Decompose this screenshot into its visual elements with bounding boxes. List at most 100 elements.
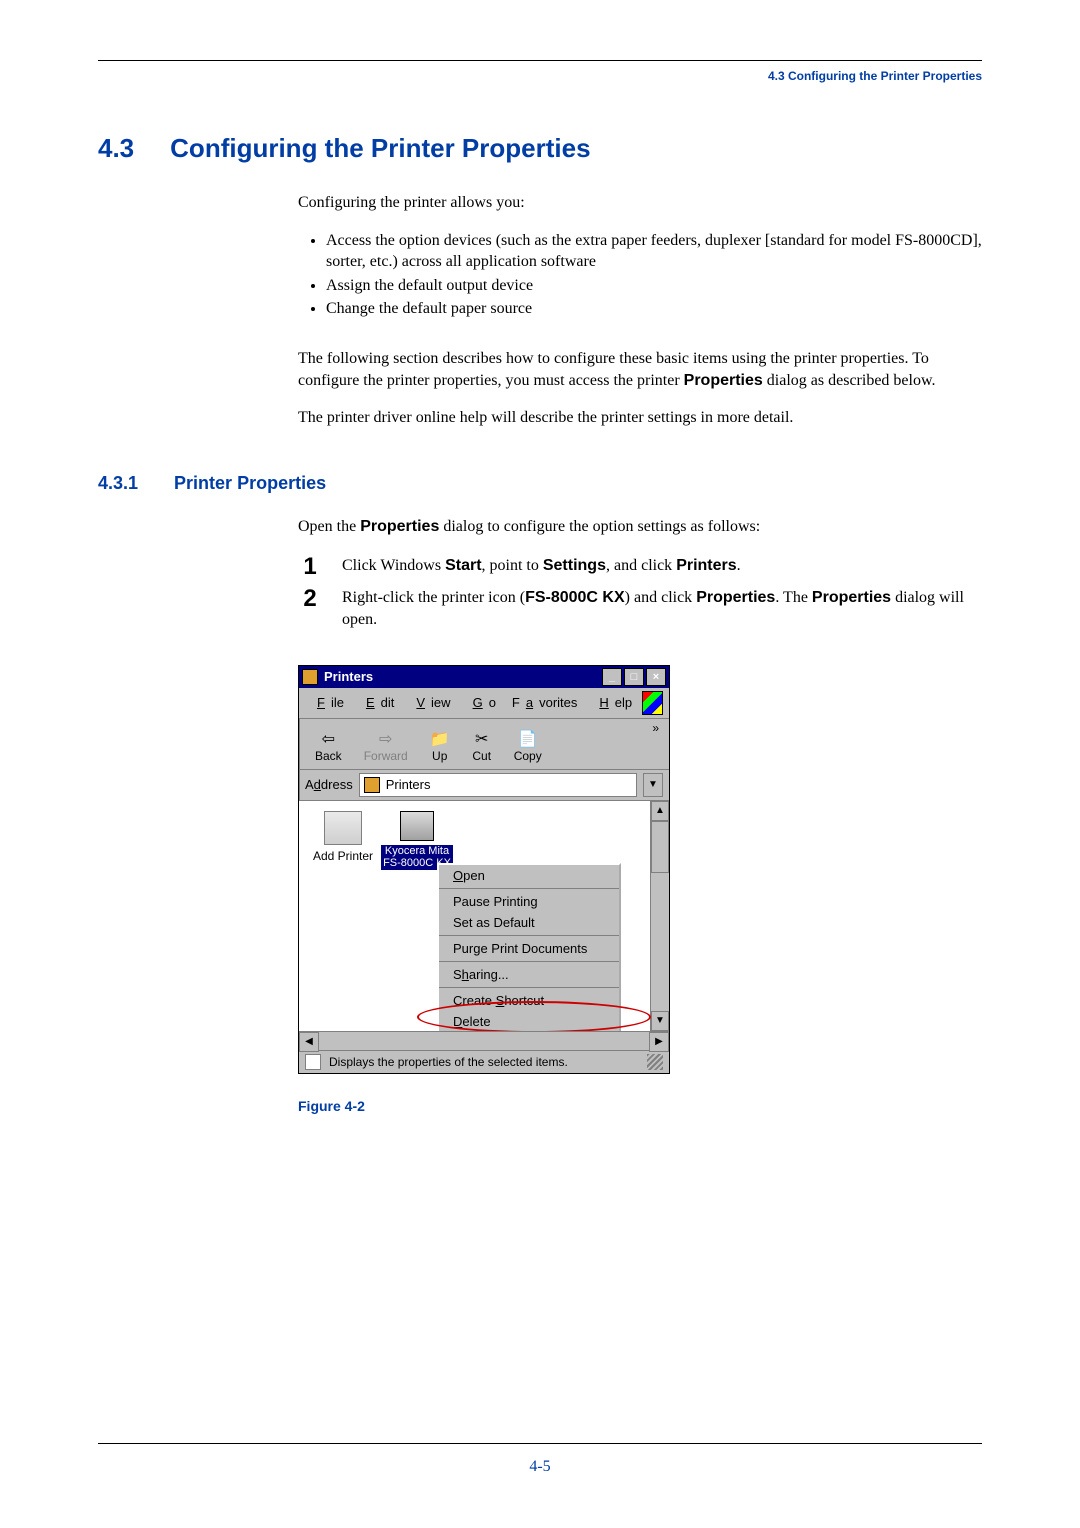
copy-button[interactable]: 📄 Copy [504, 721, 552, 765]
status-bar: Displays the properties of the selected … [299, 1050, 669, 1073]
text: dialog to configure the option settings … [439, 518, 760, 535]
page: 4.3 Configuring the Printer Properties 4… [0, 0, 1080, 1528]
scroll-track[interactable] [319, 1032, 649, 1050]
step-list: 1 Click Windows Start, point to Settings… [298, 555, 982, 630]
step-number: 1 [298, 555, 322, 579]
resize-grip-icon[interactable] [647, 1054, 663, 1070]
subsection-body: Open the Properties dialog to configure … [298, 516, 982, 631]
back-button[interactable]: ⇦ Back [305, 721, 352, 765]
menu-separator [439, 935, 619, 936]
scroll-down-button[interactable]: ▼ [651, 1011, 669, 1031]
scissors-icon: ✂ [472, 731, 492, 749]
step: 2 Right-click the printer icon (FS-8000C… [298, 587, 982, 630]
printer-icon [324, 811, 362, 845]
subsection-intro: Open the Properties dialog to configure … [298, 516, 982, 538]
vertical-scrollbar[interactable]: ▲ ▼ [650, 801, 669, 1031]
window-icon [302, 669, 318, 685]
address-value: Printers [386, 777, 431, 792]
client-area[interactable]: Add Printer Kyocera Mita FS-8000C KX Ope… [299, 801, 669, 1031]
forward-button[interactable]: ⇨ Forward [354, 721, 418, 765]
forward-arrow-icon: ⇨ [376, 731, 396, 749]
properties-keyword: Properties [696, 589, 775, 606]
subsection-number: 4.3.1 [98, 473, 138, 494]
text: ) and click [625, 589, 697, 606]
address-field[interactable]: Printers [359, 773, 637, 797]
folder-icon [364, 777, 380, 793]
menu-go[interactable]: Go [461, 693, 502, 712]
ctx-purge[interactable]: Purge Print Documents [439, 938, 619, 959]
text: Right-click the printer icon ( [342, 589, 525, 606]
minimize-button[interactable]: _ [602, 668, 622, 686]
menu-separator [439, 888, 619, 889]
model-keyword: FS-8000C KX [525, 589, 625, 606]
menu-separator [439, 987, 619, 988]
bullet-item: Change the default paper source [326, 298, 982, 320]
footer: 4-5 [98, 1443, 982, 1476]
text: , point to [482, 557, 543, 574]
start-keyword: Start [445, 557, 481, 574]
up-folder-icon: 📁 [430, 731, 450, 749]
text: dialog as described below. [763, 372, 936, 389]
section-heading: 4.3 Configuring the Printer Properties [98, 133, 982, 164]
bullet-item: Access the option devices (such as the e… [326, 230, 982, 273]
printer-icon [400, 811, 434, 841]
toolbar: ⇦ Back ⇨ Forward 📁 Up ✂ Cut 📄 Copy [299, 719, 669, 770]
scroll-track[interactable] [651, 873, 669, 1011]
menu-edit[interactable]: Edit [354, 693, 400, 712]
bullet-item: Assign the default output device [326, 275, 982, 297]
context-menu: Open Pause Printing Set as Default Purge… [437, 863, 621, 1031]
printers-window: Printers _ □ × File Edit View Go Favorit… [298, 665, 670, 1074]
copy-label: Copy [514, 749, 542, 763]
forward-label: Forward [364, 749, 408, 763]
figure-caption: Figure 4-2 [298, 1098, 982, 1114]
page-number: 4-5 [98, 1458, 982, 1476]
window-title: Printers [324, 669, 373, 684]
text: Click Windows [342, 557, 445, 574]
scroll-thumb[interactable] [651, 821, 669, 873]
menu-favorites[interactable]: Favorites [506, 693, 583, 712]
ctx-delete[interactable]: Delete [439, 1011, 619, 1031]
maximize-button[interactable]: □ [624, 668, 644, 686]
ctx-create-shortcut[interactable]: Create Shortcut [439, 990, 619, 1011]
running-head: 4.3 Configuring the Printer Properties [98, 61, 982, 83]
horizontal-scrollbar[interactable]: ◀ ▶ [299, 1031, 669, 1050]
address-dropdown-button[interactable]: ▼ [643, 773, 663, 797]
status-icon [305, 1054, 321, 1070]
toolbar-overflow-icon[interactable]: » [652, 721, 663, 735]
scroll-up-button[interactable]: ▲ [651, 801, 669, 821]
scroll-left-button[interactable]: ◀ [299, 1032, 319, 1052]
subsection-title: Printer Properties [174, 473, 326, 494]
ctx-open[interactable]: Open [439, 865, 619, 886]
add-printer-item[interactable]: Add Printer [307, 811, 379, 863]
text: Kyocera Mita [385, 845, 449, 857]
step-number: 2 [298, 587, 322, 630]
cut-label: Cut [472, 749, 491, 763]
cut-button[interactable]: ✂ Cut [462, 721, 502, 765]
menu-help[interactable]: Help [587, 693, 638, 712]
address-bar: Address Printers ▼ [299, 770, 669, 801]
text: Open the [298, 518, 360, 535]
following-para: The following section describes how to c… [298, 348, 982, 391]
menu-view[interactable]: View [404, 693, 456, 712]
section-number: 4.3 [98, 133, 134, 164]
ctx-pause-printing[interactable]: Pause Printing [439, 891, 619, 912]
step-text: Click Windows Start, point to Settings, … [342, 555, 982, 579]
menu-file[interactable]: File [305, 693, 350, 712]
properties-keyword: Properties [684, 372, 763, 389]
close-button[interactable]: × [646, 668, 666, 686]
ctx-sharing[interactable]: Sharing... [439, 964, 619, 985]
text: . The [775, 589, 812, 606]
text: . [737, 557, 741, 574]
scroll-right-button[interactable]: ▶ [649, 1032, 669, 1052]
figure: Printers _ □ × File Edit View Go Favorit… [298, 665, 982, 1114]
menubar: File Edit View Go Favorites Help [299, 688, 669, 719]
ctx-set-default[interactable]: Set as Default [439, 912, 619, 933]
titlebar[interactable]: Printers _ □ × [299, 666, 669, 688]
properties-keyword: Properties [812, 589, 891, 606]
copy-icon: 📄 [518, 731, 538, 749]
properties-keyword: Properties [360, 518, 439, 535]
body: Configuring the printer allows you: Acce… [298, 192, 982, 429]
selected-printer-item[interactable]: Kyocera Mita FS-8000C KX [381, 811, 453, 870]
up-button[interactable]: 📁 Up [420, 721, 460, 765]
back-arrow-icon: ⇦ [318, 731, 338, 749]
